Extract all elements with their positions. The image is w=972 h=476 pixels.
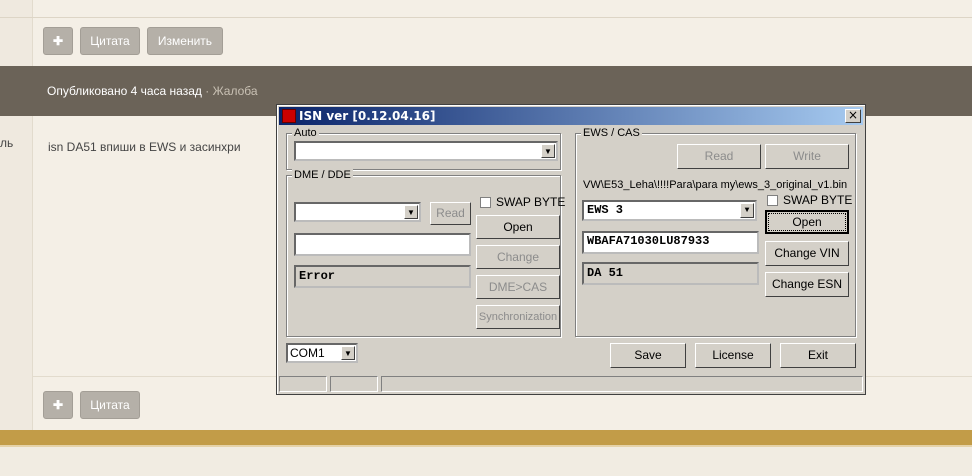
quote-button[interactable]: Цитата <box>80 391 140 419</box>
meta-separator: · <box>205 84 210 98</box>
dme-read-button[interactable]: Read <box>430 202 471 225</box>
chevron-down-icon[interactable]: ▼ <box>740 203 754 218</box>
window-title: ISN ver [0.12.04.16] <box>299 109 436 123</box>
divider <box>0 17 972 18</box>
status-segment <box>381 376 863 392</box>
auto-label: Auto <box>292 127 319 139</box>
synchronization-button[interactable]: Synchronization <box>476 305 560 329</box>
dme-label: DME / DDE <box>292 169 353 181</box>
dme-select[interactable]: ▼ <box>294 202 421 222</box>
post-meta: Опубликовано 4 часа назад · Жалоба <box>47 84 258 98</box>
ews-swap-byte-label: SWAP BYTE <box>783 193 853 207</box>
dme-input[interactable] <box>294 233 471 256</box>
status-segment <box>330 376 378 392</box>
com-port-select[interactable]: COM1 ▼ <box>286 343 358 363</box>
post-text: isn DA51 впиши в EWS и засинхри <box>48 140 241 154</box>
isn-field: DA 51 <box>582 262 759 285</box>
dme-swap-byte-checkbox[interactable] <box>480 197 491 208</box>
auto-select[interactable]: ▼ <box>294 141 558 161</box>
dme-open-button[interactable]: Open <box>476 215 560 239</box>
ews-write-button[interactable]: Write <box>765 144 849 169</box>
footer-area <box>0 447 972 476</box>
change-esn-button[interactable]: Change ESN <box>765 272 849 297</box>
ews-file-path: VW\E53_Leha\!!!!Para\para my\ews_3_origi… <box>583 179 848 191</box>
add-button[interactable]: ✚ <box>43 391 73 419</box>
isn-window: ISN ver [0.12.04.16] × Auto ▼ DME / DDE … <box>276 104 866 395</box>
license-button[interactable]: License <box>695 343 771 368</box>
vin-field[interactable]: WBAFA71030LU87933 <box>582 231 759 254</box>
close-button[interactable]: × <box>845 109 861 123</box>
app-icon <box>282 109 296 123</box>
complaint-link[interactable]: Жалоба <box>213 84 258 98</box>
ews-label: EWS / CAS <box>581 127 642 139</box>
dme-swap-byte-label: SWAP BYTE <box>496 195 566 209</box>
edit-button[interactable]: Изменить <box>147 27 223 55</box>
change-vin-button[interactable]: Change VIN <box>765 241 849 266</box>
published-time: Опубликовано 4 часа назад <box>47 84 202 98</box>
save-button[interactable]: Save <box>610 343 686 368</box>
footer-bar <box>0 430 972 445</box>
ews-swap-byte-checkbox[interactable] <box>767 195 778 206</box>
add-button[interactable]: ✚ <box>43 27 73 55</box>
chevron-down-icon[interactable]: ▼ <box>404 205 418 219</box>
gutter-text: ль <box>0 136 14 150</box>
ews-type-select[interactable]: EWS 3 ▼ <box>582 200 757 221</box>
status-segment <box>279 376 327 392</box>
title-bar[interactable]: ISN ver [0.12.04.16] × <box>279 107 863 125</box>
ews-open-button[interactable]: Open <box>765 210 849 234</box>
ews-read-button[interactable]: Read <box>677 144 761 169</box>
dme-change-button[interactable]: Change <box>476 245 560 269</box>
dme-cas-button[interactable]: DME>CAS <box>476 275 560 299</box>
chevron-down-icon[interactable]: ▼ <box>341 346 355 360</box>
exit-button[interactable]: Exit <box>780 343 856 368</box>
chevron-down-icon[interactable]: ▼ <box>541 144 555 158</box>
quote-button[interactable]: Цитата <box>80 27 140 55</box>
dme-status: Error <box>294 265 471 288</box>
